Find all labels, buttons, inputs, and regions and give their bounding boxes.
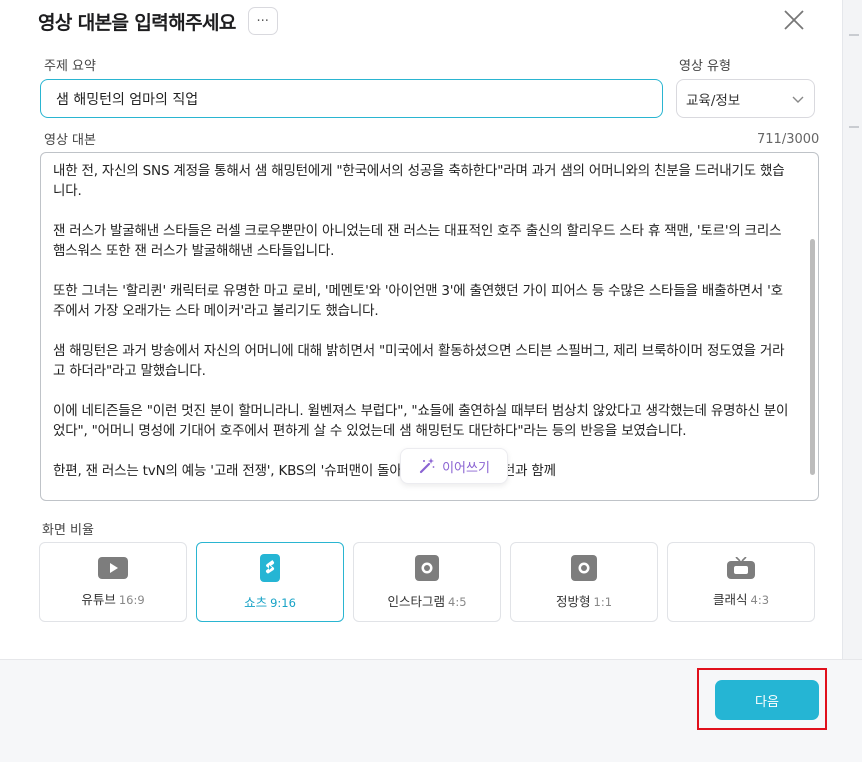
strip-mark (849, 126, 859, 128)
script-paragraph: 잰 러스가 발굴해낸 스타들은 러셀 크로우뿐만이 아니었는데 잰 러스는 대표… (53, 223, 782, 259)
dialog-header: 영상 대본을 입력해주세요 ··· (38, 6, 278, 36)
chevron-down-icon (792, 96, 804, 103)
ratio-option-label: 유튜브 16:9 (81, 591, 145, 607)
more-options-button[interactable]: ··· (247, 7, 278, 35)
video-type-label: 영상 유형 (679, 59, 731, 74)
next-button[interactable]: 다음 (715, 680, 819, 720)
continue-writing-label: 이어쓰기 (442, 460, 490, 476)
aspect-ratio-options: 유튜브 16:9 쇼츠 9:16 인스타그램 4:5 정방형 1:1 클래식 4… (39, 542, 815, 622)
magic-wand-icon (419, 458, 435, 474)
topic-label: 주제 요약 (44, 59, 96, 74)
square-icon (571, 554, 597, 581)
video-type-select[interactable]: 교육/정보 (676, 79, 815, 118)
instagram-icon (415, 554, 439, 581)
background-page-strip (842, 0, 862, 762)
ratio-option-shorts[interactable]: 쇼츠 9:16 (196, 542, 344, 622)
ratio-option-label: 클래식 4:3 (712, 591, 770, 607)
ratio-option-youtube[interactable]: 유튜브 16:9 (39, 542, 187, 622)
video-type-value: 교육/정보 (686, 92, 741, 109)
script-paragraph: 또한 그녀는 '할리퀸' 캐릭터로 유명한 마고 로비, '메멘토'와 '아이언… (53, 283, 783, 319)
ratio-option-square[interactable]: 정방형 1:1 (510, 542, 658, 622)
strip-mark (849, 34, 859, 36)
topic-value: 샘 해밍턴의 엄마의 직업 (56, 91, 199, 108)
ratio-option-label: 정방형 1:1 (555, 593, 613, 609)
tv-icon (727, 556, 755, 579)
script-label: 영상 대본 (44, 133, 96, 148)
close-button[interactable] (780, 6, 808, 34)
ratio-option-instagram[interactable]: 인스타그램 4:5 (353, 542, 501, 622)
ratio-option-classic[interactable]: 클래식 4:3 (667, 542, 815, 622)
dialog-title: 영상 대본을 입력해주세요 (38, 11, 236, 34)
shorts-icon (260, 553, 280, 582)
script-paragraph: 이에 네티즌들은 "이런 멋진 분이 할머니라니. 윌벤져스 부럽다", "쇼들… (53, 403, 789, 439)
character-count: 711/3000 (757, 132, 820, 147)
continue-writing-button[interactable]: 이어쓰기 (400, 448, 508, 484)
script-paragraph: 내한 전, 자신의 SNS 계정을 통해서 샘 해밍턴에게 "한국에서의 성공을… (53, 163, 785, 199)
youtube-icon (98, 556, 128, 579)
script-scrollbar[interactable] (810, 239, 815, 475)
close-icon (784, 10, 804, 30)
script-paragraph: 샘 해밍턴은 과거 방송에서 자신의 어머니에 대해 밝히면서 "미국에서 활동… (53, 343, 785, 379)
topic-input[interactable]: 샘 해밍턴의 엄마의 직업 (40, 79, 663, 118)
ratio-option-label: 쇼츠 9:16 (244, 594, 296, 610)
script-input-dialog: 영상 대본을 입력해주세요 ··· 주제 요약 영상 유형 샘 해밍턴의 엄마의… (0, 0, 862, 762)
ratio-option-label: 인스타그램 4:5 (387, 593, 467, 609)
aspect-ratio-label: 화면 비율 (42, 523, 94, 538)
